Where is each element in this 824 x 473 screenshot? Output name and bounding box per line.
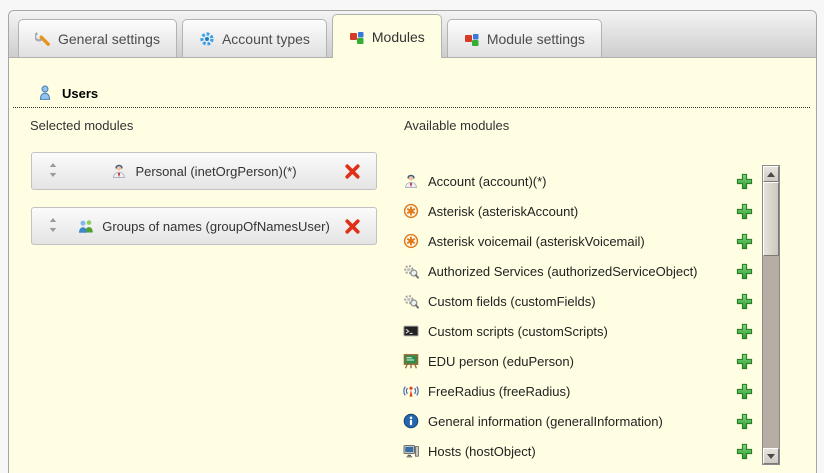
module-label: Asterisk (asteriskAccount)	[428, 204, 578, 219]
module-label: General information (generalInformation)	[428, 414, 663, 429]
radio-icon	[403, 383, 419, 399]
module-label: Hosts (hostObject)	[428, 444, 536, 459]
tab-account-types[interactable]: Account types	[182, 19, 327, 57]
add-module-button[interactable]	[736, 323, 753, 340]
selected-module-row[interactable]: Groups of names (groupOfNamesUser)	[31, 207, 377, 245]
selected-modules-list: Personal (inetOrgPerson)(*) Groups of na…	[31, 152, 377, 262]
module-label: Authorized Services (authorizedServiceOb…	[428, 264, 698, 279]
users-section-title: Users	[62, 86, 98, 101]
available-module-row: Hosts (hostObject)	[403, 436, 753, 466]
section-divider	[13, 107, 810, 108]
add-module-button[interactable]	[736, 293, 753, 310]
asterisk-icon	[403, 203, 419, 219]
tab-modules[interactable]: Modules	[332, 14, 442, 58]
add-module-button[interactable]	[736, 203, 753, 220]
tab-module-settings[interactable]: Module settings	[447, 19, 602, 57]
scroll-down-icon	[767, 454, 775, 459]
add-module-button[interactable]	[736, 383, 753, 400]
scroll-down-button[interactable]	[763, 448, 779, 464]
available-module-row: General information (generalInformation)	[403, 406, 753, 436]
available-module-row: FreeRadius (freeRadius)	[403, 376, 753, 406]
module-label: Asterisk voicemail (asteriskVoicemail)	[428, 234, 645, 249]
remove-module-button[interactable]	[344, 218, 362, 236]
module-label: Custom scripts (customScripts)	[428, 324, 608, 339]
tab-general-settings[interactable]: General settings	[18, 19, 177, 57]
info-icon	[403, 413, 419, 429]
add-module-button[interactable]	[736, 443, 753, 460]
scroll-up-button[interactable]	[763, 166, 779, 182]
add-module-button[interactable]	[736, 263, 753, 280]
module-label: Custom fields (customFields)	[428, 294, 596, 309]
remove-module-button[interactable]	[344, 163, 362, 181]
users-section-header: Users	[37, 85, 98, 101]
computer-icon	[403, 443, 419, 459]
scrollbar[interactable]	[762, 165, 780, 465]
drag-updown-icon[interactable]	[48, 162, 58, 178]
person-icon	[111, 163, 127, 179]
user-pawn-icon	[37, 85, 53, 101]
selected-modules-header: Selected modules	[30, 118, 133, 133]
modules-panel: Users Selected modules Available modules…	[9, 58, 816, 473]
modules-icon	[349, 29, 365, 45]
module-label: EDU person (eduPerson)	[428, 354, 574, 369]
drag-updown-icon[interactable]	[48, 217, 58, 233]
add-module-button[interactable]	[736, 233, 753, 250]
group-icon	[78, 218, 94, 234]
selected-module-row[interactable]: Personal (inetOrgPerson)(*)	[31, 152, 377, 190]
add-module-button[interactable]	[736, 413, 753, 430]
configuration-widget: General settings Account types Modules M…	[8, 10, 817, 473]
gear-icon	[199, 31, 215, 47]
available-modules-list: Account (account)(*) Asterisk (asteriskA…	[403, 166, 753, 466]
available-module-row: Custom scripts (customScripts)	[403, 316, 753, 346]
add-module-button[interactable]	[736, 173, 753, 190]
modules-icon	[464, 31, 480, 47]
person-icon	[403, 173, 419, 189]
tab-bar: General settings Account types Modules M…	[9, 11, 816, 58]
available-module-row: Asterisk voicemail (asteriskVoicemail)	[403, 226, 753, 256]
available-module-row: Authorized Services (authorizedServiceOb…	[403, 256, 753, 286]
module-label: Groups of names (groupOfNamesUser)	[102, 219, 330, 234]
services-icon	[403, 293, 419, 309]
terminal-icon	[403, 323, 419, 339]
available-module-row: Custom fields (customFields)	[403, 286, 753, 316]
scroll-thumb[interactable]	[763, 182, 779, 256]
available-module-row: Account (account)(*)	[403, 166, 753, 196]
module-label: Account (account)(*)	[428, 174, 547, 189]
add-module-button[interactable]	[736, 353, 753, 370]
module-label: Personal (inetOrgPerson)(*)	[135, 164, 296, 179]
module-label: FreeRadius (freeRadius)	[428, 384, 570, 399]
available-modules-header: Available modules	[404, 118, 509, 133]
available-module-row: EDU person (eduPerson)	[403, 346, 753, 376]
services-icon	[403, 263, 419, 279]
chalkboard-icon	[403, 353, 419, 369]
asterisk-icon	[403, 233, 419, 249]
scroll-up-icon	[767, 172, 775, 177]
available-module-row: Asterisk (asteriskAccount)	[403, 196, 753, 226]
wrench-icon	[35, 31, 51, 47]
